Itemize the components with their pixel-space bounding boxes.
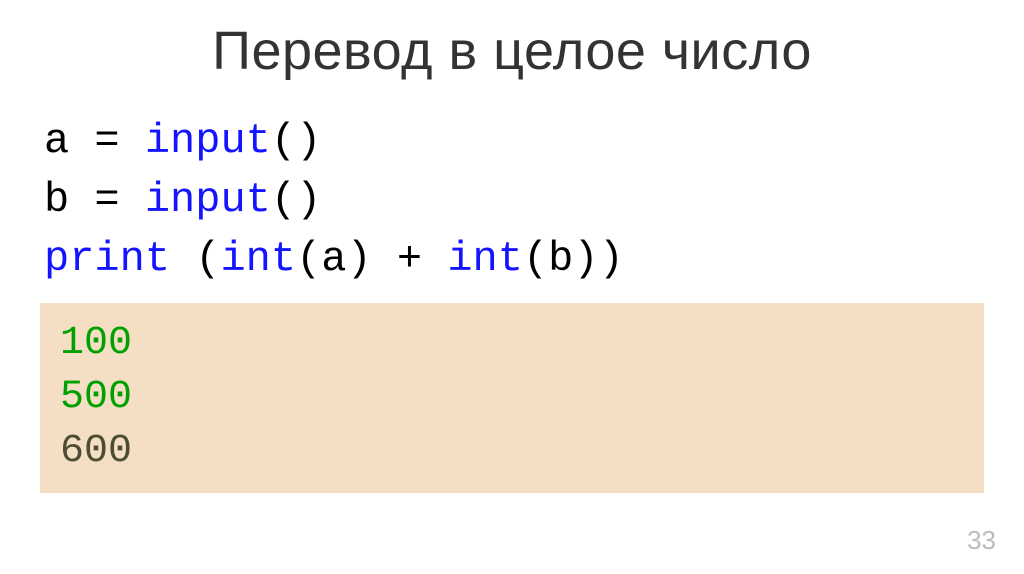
- code-var: b: [44, 176, 69, 224]
- code-fn-int: int: [447, 235, 523, 283]
- code-paren: ): [599, 235, 624, 283]
- code-line-2: b = input(): [44, 171, 984, 230]
- code-arg: (b): [523, 235, 599, 283]
- code-fn-print: print: [44, 235, 170, 283]
- code-assign: =: [69, 176, 145, 224]
- output-line-input: 100: [60, 317, 964, 371]
- code-block: a = input() b = input() print (int(a) + …: [40, 112, 984, 288]
- code-fn-input: input: [145, 117, 271, 165]
- code-arg: (a): [296, 235, 372, 283]
- code-paren: (): [271, 176, 321, 224]
- code-fn-input: input: [145, 176, 271, 224]
- code-plus: +: [372, 235, 448, 283]
- output-box: 100 500 600: [40, 303, 984, 493]
- code-var: a: [44, 117, 69, 165]
- code-space: [170, 235, 195, 283]
- slide-title: Перевод в целое число: [40, 20, 984, 82]
- output-line-input: 500: [60, 371, 964, 425]
- code-line-1: a = input(): [44, 112, 984, 171]
- page-number: 33: [967, 525, 996, 556]
- code-assign: =: [69, 117, 145, 165]
- slide: Перевод в целое число a = input() b = in…: [0, 0, 1024, 574]
- code-paren: (: [195, 235, 220, 283]
- code-fn-int: int: [220, 235, 296, 283]
- code-paren: (): [271, 117, 321, 165]
- code-line-3: print (int(a) + int(b)): [44, 230, 984, 289]
- output-line-result: 600: [60, 425, 964, 479]
